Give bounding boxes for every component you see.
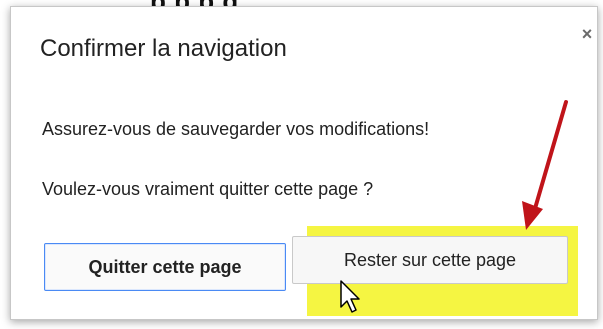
stay-on-page-button[interactable]: Rester sur cette page [292, 236, 568, 284]
save-warning-message: Assurez-vous de sauvegarder vos modifica… [42, 119, 430, 139]
leave-confirm-message: Voulez-vous vraiment quitter cette page … [42, 179, 374, 199]
close-icon[interactable]: × [579, 25, 595, 43]
mouse-pointer-icon [340, 280, 360, 313]
leave-page-button[interactable]: Quitter cette page [44, 243, 286, 291]
dialog-title: Confirmer la navigation [40, 35, 287, 62]
